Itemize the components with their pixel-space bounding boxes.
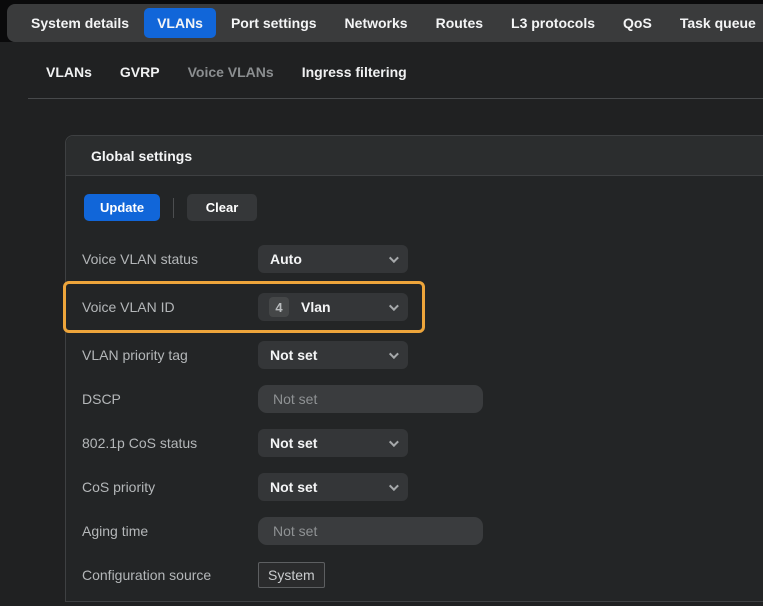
update-button[interactable]: Update	[84, 194, 160, 221]
selected-value: Vlan	[301, 299, 389, 315]
chevron-down-icon	[389, 253, 399, 263]
aging-time-input[interactable]	[258, 517, 483, 545]
cos-priority-select[interactable]: Not set	[258, 473, 408, 501]
form-row-voice-vlan-id: Voice VLAN ID 4 Vlan	[82, 281, 763, 333]
nav-item-port-settings[interactable]: Port settings	[218, 8, 330, 38]
field-label: CoS priority	[82, 479, 258, 495]
field-label: Configuration source	[82, 567, 258, 583]
form-row-cos-priority: CoS priority Not set	[82, 465, 763, 509]
selected-value: Not set	[270, 347, 389, 363]
panel-title: Global settings	[91, 148, 192, 164]
field-label: DSCP	[82, 391, 258, 407]
nav-item-l3-protocols[interactable]: L3 protocols	[498, 8, 608, 38]
top-nav-bar: System details VLANs Port settings Netwo…	[7, 4, 763, 42]
dscp-input[interactable]	[258, 385, 483, 413]
tab-vlans[interactable]: VLANs	[46, 64, 92, 80]
selected-value: Auto	[270, 251, 389, 267]
field-label: VLAN priority tag	[82, 347, 258, 363]
form-row-configuration-source: Configuration source System	[82, 553, 763, 597]
tab-voice-vlans[interactable]: Voice VLANs	[188, 64, 274, 80]
tab-bar-divider	[28, 98, 763, 99]
form-row-cos-status: 802.1p CoS status Not set	[82, 421, 763, 465]
voice-vlan-id-highlight-box: Voice VLAN ID 4 Vlan	[63, 281, 425, 333]
chevron-down-icon	[389, 437, 399, 447]
configuration-source-value: System	[258, 562, 325, 588]
selected-value: Not set	[270, 479, 389, 495]
secondary-tab-bar: VLANs GVRP Voice VLANs Ingress filtering	[0, 42, 763, 98]
top-nav-area: System details VLANs Port settings Netwo…	[0, 0, 763, 42]
nav-item-qos[interactable]: QoS	[610, 8, 665, 38]
panel-body: Update Clear Voice VLAN status Auto Voic…	[66, 176, 763, 601]
vlan-id-badge: 4	[269, 297, 289, 317]
clear-button[interactable]: Clear	[187, 194, 257, 221]
vlan-priority-tag-select[interactable]: Not set	[258, 341, 408, 369]
tab-ingress-filtering[interactable]: Ingress filtering	[302, 64, 407, 80]
nav-item-networks[interactable]: Networks	[332, 8, 421, 38]
field-label: Voice VLAN status	[82, 251, 258, 267]
form-row-dscp: DSCP	[82, 377, 763, 421]
tab-gvrp[interactable]: GVRP	[120, 64, 160, 80]
panel-header: Global settings	[66, 136, 763, 176]
cos-status-select[interactable]: Not set	[258, 429, 408, 457]
selected-value: Not set	[270, 435, 389, 451]
nav-item-vlans[interactable]: VLANs	[144, 8, 216, 38]
chevron-down-icon	[389, 481, 399, 491]
nav-item-task-queue[interactable]: Task queue	[667, 8, 763, 38]
form-row-aging-time: Aging time	[82, 509, 763, 553]
voice-vlan-id-select[interactable]: 4 Vlan	[258, 293, 408, 321]
chevron-down-icon	[389, 349, 399, 359]
action-button-row: Update Clear	[82, 194, 763, 221]
chevron-down-icon	[389, 301, 399, 311]
global-settings-panel: Global settings Update Clear Voice VLAN …	[65, 135, 763, 602]
form-row-voice-vlan-status: Voice VLAN status Auto	[82, 237, 763, 281]
field-label: Aging time	[82, 523, 258, 539]
nav-item-routes[interactable]: Routes	[423, 8, 496, 38]
voice-vlan-status-select[interactable]: Auto	[258, 245, 408, 273]
field-label: 802.1p CoS status	[82, 435, 258, 451]
button-separator	[173, 198, 174, 218]
form-row-vlan-priority-tag: VLAN priority tag Not set	[82, 333, 763, 377]
nav-item-system-details[interactable]: System details	[18, 8, 142, 38]
field-label: Voice VLAN ID	[82, 299, 258, 315]
